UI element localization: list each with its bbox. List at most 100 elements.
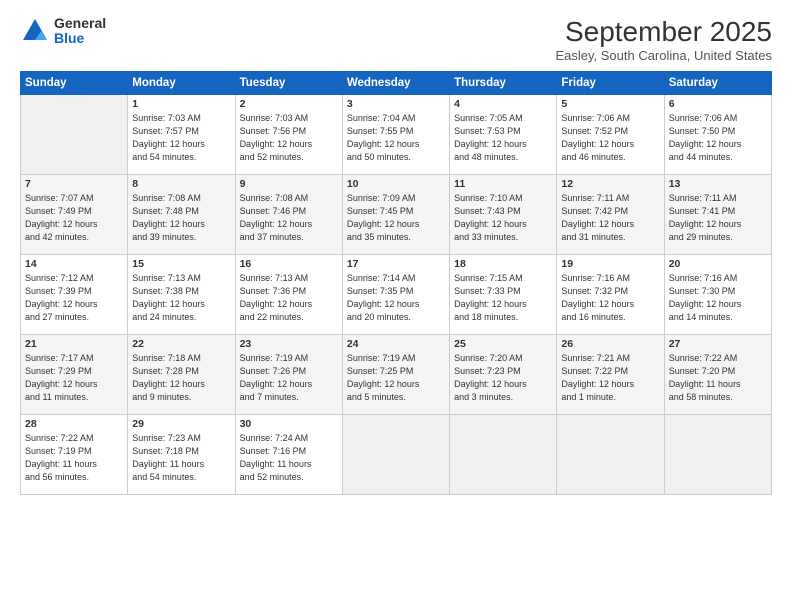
day-info: Sunrise: 7:19 AM Sunset: 7:25 PM Dayligh…: [347, 352, 445, 404]
day-number: 22: [132, 338, 230, 350]
day-number: 17: [347, 258, 445, 270]
calendar-cell: 16 Sunrise: 7:13 AM Sunset: 7:36 PM Dayli…: [235, 255, 342, 335]
logo-icon: [20, 16, 50, 46]
header-day: Tuesday: [235, 72, 342, 95]
day-number: 14: [25, 258, 123, 270]
title-block: September 2025 Easley, South Carolina, U…: [555, 16, 772, 63]
calendar-cell: 14 Sunrise: 7:12 AM Sunset: 7:39 PM Dayli…: [21, 255, 128, 335]
day-info: Sunrise: 7:07 AM Sunset: 7:49 PM Dayligh…: [25, 192, 123, 244]
day-info: Sunrise: 7:05 AM Sunset: 7:53 PM Dayligh…: [454, 112, 552, 164]
day-info: Sunrise: 7:15 AM Sunset: 7:33 PM Dayligh…: [454, 272, 552, 324]
calendar-cell: 30 Sunrise: 7:24 AM Sunset: 7:16 PM Dayli…: [235, 415, 342, 495]
calendar-table: SundayMondayTuesdayWednesdayThursdayFrid…: [20, 71, 772, 495]
month-title: September 2025: [555, 16, 772, 48]
day-number: 19: [561, 258, 659, 270]
day-number: 10: [347, 178, 445, 190]
day-number: 7: [25, 178, 123, 190]
day-info: Sunrise: 7:08 AM Sunset: 7:46 PM Dayligh…: [240, 192, 338, 244]
day-info: Sunrise: 7:16 AM Sunset: 7:32 PM Dayligh…: [561, 272, 659, 324]
day-info: Sunrise: 7:14 AM Sunset: 7:35 PM Dayligh…: [347, 272, 445, 324]
day-info: Sunrise: 7:04 AM Sunset: 7:55 PM Dayligh…: [347, 112, 445, 164]
day-info: Sunrise: 7:13 AM Sunset: 7:36 PM Dayligh…: [240, 272, 338, 324]
day-info: Sunrise: 7:12 AM Sunset: 7:39 PM Dayligh…: [25, 272, 123, 324]
calendar-cell: 17 Sunrise: 7:14 AM Sunset: 7:35 PM Dayli…: [342, 255, 449, 335]
logo: General Blue: [20, 16, 106, 47]
day-info: Sunrise: 7:08 AM Sunset: 7:48 PM Dayligh…: [132, 192, 230, 244]
day-number: 8: [132, 178, 230, 190]
day-info: Sunrise: 7:18 AM Sunset: 7:28 PM Dayligh…: [132, 352, 230, 404]
logo-text: General Blue: [54, 16, 106, 47]
day-info: Sunrise: 7:19 AM Sunset: 7:26 PM Dayligh…: [240, 352, 338, 404]
day-number: 12: [561, 178, 659, 190]
day-info: Sunrise: 7:23 AM Sunset: 7:18 PM Dayligh…: [132, 432, 230, 484]
day-info: Sunrise: 7:06 AM Sunset: 7:52 PM Dayligh…: [561, 112, 659, 164]
calendar-cell: [664, 415, 771, 495]
day-number: 15: [132, 258, 230, 270]
day-info: Sunrise: 7:20 AM Sunset: 7:23 PM Dayligh…: [454, 352, 552, 404]
day-number: 4: [454, 98, 552, 110]
day-number: 29: [132, 418, 230, 430]
day-info: Sunrise: 7:13 AM Sunset: 7:38 PM Dayligh…: [132, 272, 230, 324]
day-info: Sunrise: 7:09 AM Sunset: 7:45 PM Dayligh…: [347, 192, 445, 244]
day-number: 13: [669, 178, 767, 190]
day-info: Sunrise: 7:21 AM Sunset: 7:22 PM Dayligh…: [561, 352, 659, 404]
day-info: Sunrise: 7:06 AM Sunset: 7:50 PM Dayligh…: [669, 112, 767, 164]
calendar-cell: 20 Sunrise: 7:16 AM Sunset: 7:30 PM Dayli…: [664, 255, 771, 335]
header-day: Thursday: [450, 72, 557, 95]
logo-blue: Blue: [54, 31, 106, 46]
day-number: 18: [454, 258, 552, 270]
day-number: 30: [240, 418, 338, 430]
calendar-cell: 28 Sunrise: 7:22 AM Sunset: 7:19 PM Dayli…: [21, 415, 128, 495]
day-info: Sunrise: 7:17 AM Sunset: 7:29 PM Dayligh…: [25, 352, 123, 404]
calendar-cell: 18 Sunrise: 7:15 AM Sunset: 7:33 PM Dayli…: [450, 255, 557, 335]
calendar-cell: 22 Sunrise: 7:18 AM Sunset: 7:28 PM Dayli…: [128, 335, 235, 415]
calendar-cell: 11 Sunrise: 7:10 AM Sunset: 7:43 PM Dayli…: [450, 175, 557, 255]
calendar-cell: 15 Sunrise: 7:13 AM Sunset: 7:38 PM Dayli…: [128, 255, 235, 335]
day-info: Sunrise: 7:03 AM Sunset: 7:57 PM Dayligh…: [132, 112, 230, 164]
calendar-cell: 2 Sunrise: 7:03 AM Sunset: 7:56 PM Daylig…: [235, 95, 342, 175]
calendar-cell: 23Sunrise: 7:19 AM Sunset: 7:26 PM Dayli…: [235, 335, 342, 415]
calendar-cell: 21Sunrise: 7:17 AM Sunset: 7:29 PM Dayli…: [21, 335, 128, 415]
day-info: Sunrise: 7:10 AM Sunset: 7:43 PM Dayligh…: [454, 192, 552, 244]
calendar-cell: 1 Sunrise: 7:03 AM Sunset: 7:57 PM Daylig…: [128, 95, 235, 175]
calendar-cell: 26 Sunrise: 7:21 AM Sunset: 7:22 PM Dayli…: [557, 335, 664, 415]
calendar-cell: [21, 95, 128, 175]
calendar-cell: 19 Sunrise: 7:16 AM Sunset: 7:32 PM Dayli…: [557, 255, 664, 335]
calendar-cell: 24 Sunrise: 7:19 AM Sunset: 7:25 PM Dayli…: [342, 335, 449, 415]
day-number: 3: [347, 98, 445, 110]
calendar-cell: 10 Sunrise: 7:09 AM Sunset: 7:45 PM Dayli…: [342, 175, 449, 255]
calendar-cell: 5Sunrise: 7:06 AM Sunset: 7:52 PM Daylig…: [557, 95, 664, 175]
day-number: 26: [561, 338, 659, 350]
day-number: 27: [669, 338, 767, 350]
logo-general: General: [54, 16, 106, 31]
day-number: 2: [240, 98, 338, 110]
day-info: Sunrise: 7:22 AM Sunset: 7:20 PM Dayligh…: [669, 352, 767, 404]
header-day: Saturday: [664, 72, 771, 95]
calendar-cell: 13Sunrise: 7:11 AM Sunset: 7:41 PM Dayli…: [664, 175, 771, 255]
day-number: 16: [240, 258, 338, 270]
day-info: Sunrise: 7:24 AM Sunset: 7:16 PM Dayligh…: [240, 432, 338, 484]
calendar-cell: 9 Sunrise: 7:08 AM Sunset: 7:46 PM Daylig…: [235, 175, 342, 255]
calendar-cell: 3 Sunrise: 7:04 AM Sunset: 7:55 PM Daylig…: [342, 95, 449, 175]
day-number: 25: [454, 338, 552, 350]
day-info: Sunrise: 7:22 AM Sunset: 7:19 PM Dayligh…: [25, 432, 123, 484]
calendar-cell: [342, 415, 449, 495]
day-number: 28: [25, 418, 123, 430]
header-day: Monday: [128, 72, 235, 95]
calendar-cell: [557, 415, 664, 495]
calendar-cell: [450, 415, 557, 495]
day-number: 11: [454, 178, 552, 190]
day-info: Sunrise: 7:16 AM Sunset: 7:30 PM Dayligh…: [669, 272, 767, 324]
day-number: 9: [240, 178, 338, 190]
location: Easley, South Carolina, United States: [555, 48, 772, 63]
header-day: Wednesday: [342, 72, 449, 95]
header-row: SundayMondayTuesdayWednesdayThursdayFrid…: [21, 72, 772, 95]
page: General Blue September 2025 Easley, Sout…: [0, 0, 792, 612]
day-info: Sunrise: 7:03 AM Sunset: 7:56 PM Dayligh…: [240, 112, 338, 164]
day-number: 1: [132, 98, 230, 110]
calendar-week: 21Sunrise: 7:17 AM Sunset: 7:29 PM Dayli…: [21, 335, 772, 415]
header: General Blue September 2025 Easley, Sout…: [20, 16, 772, 63]
day-number: 20: [669, 258, 767, 270]
day-number: 24: [347, 338, 445, 350]
calendar-cell: 25 Sunrise: 7:20 AM Sunset: 7:23 PM Dayli…: [450, 335, 557, 415]
